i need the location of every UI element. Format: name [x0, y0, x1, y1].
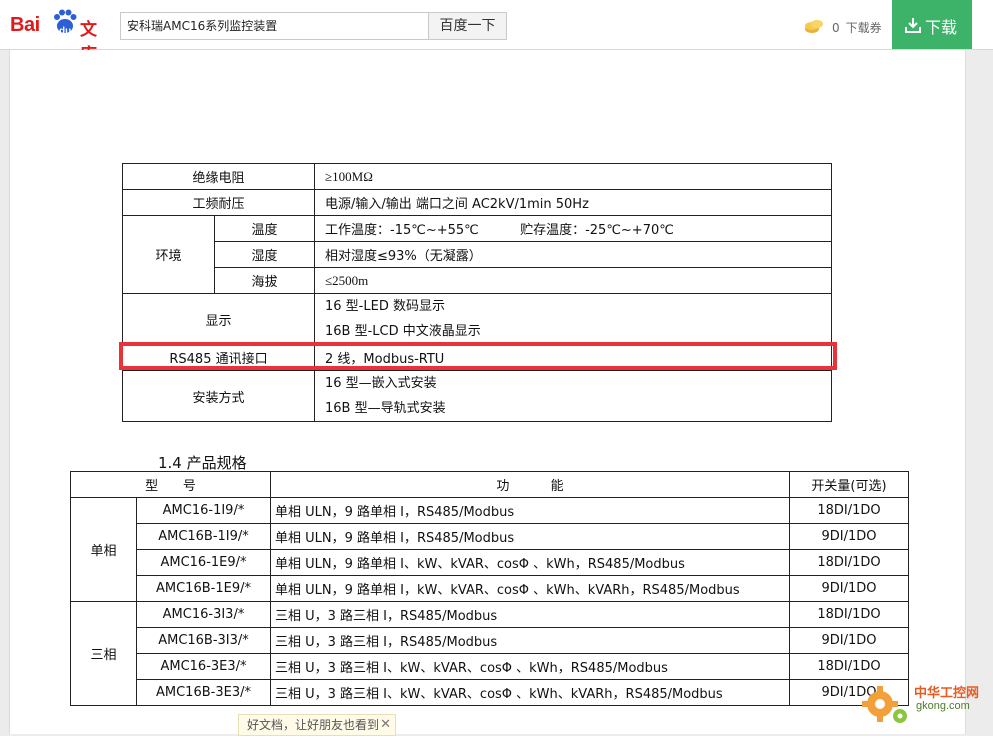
function-cell: 单相 ULN，9 路单相 I，kW、kVAR、cosΦ 、kWh、kVARh，R…: [270, 575, 790, 602]
install-value: 16 型—嵌入式安装 16B 型—导轨式安装: [314, 370, 832, 422]
display-line: 16B 型-LCD 中文液晶显示: [325, 324, 481, 339]
watermark-url: gkong.com: [916, 700, 970, 712]
env-value: 工作温度：-15℃~+55℃ 贮存温度：-25℃~+70℃: [314, 215, 832, 242]
function-cell: 三相 U，3 路三相 I，RS485/Modbus: [270, 627, 790, 654]
top-bar: Bai du 文库 安科瑞AMC16系列监控装置 百度一下 0下载券 下载: [0, 0, 993, 65]
highlight-box: [119, 342, 837, 370]
switch-cell: 18DI/1DO: [789, 497, 909, 524]
logo-bai-text: Bai: [10, 14, 40, 36]
install-line: 16 型—嵌入式安装: [325, 376, 437, 391]
spec-label: 工频耐压: [122, 189, 315, 216]
model-cell: AMC16-1I9/*: [136, 497, 271, 524]
env-label: 环境: [122, 215, 215, 294]
product-table: 型 号 功 能 开关量(可选) 单相 AMC16-1I9/* 单相 ULN，9 …: [70, 471, 909, 706]
model-cell: AMC16-3I3/*: [136, 601, 271, 628]
install-label: 安装方式: [122, 370, 315, 422]
install-line: 16B 型—导轨式安装: [325, 401, 446, 416]
download-label: 下载: [925, 18, 958, 37]
function-cell: 三相 U，3 路三相 I，RS485/Modbus: [270, 601, 790, 628]
coins-icon: [805, 20, 823, 33]
model-cell: AMC16B-3E3/*: [136, 679, 271, 706]
env-sub-label: 海拔: [214, 267, 315, 294]
display-label: 显示: [122, 293, 315, 345]
table-row: AMC16B-3E3/* 三相 U，3 路三相 I、kW、kVAR、cosΦ 、…: [71, 679, 909, 706]
env-sub-label: 湿度: [214, 241, 315, 268]
env-value: ≤2500m: [314, 267, 832, 294]
switch-cell: 18DI/1DO: [789, 601, 909, 628]
model-cell: AMC16B-3I3/*: [136, 627, 271, 654]
scroll-track[interactable]: [973, 50, 993, 734]
logo-du-text: du: [59, 26, 72, 37]
voucher-info[interactable]: 0 下载券: [832, 19, 882, 36]
voucher-label: 下载券: [845, 21, 882, 35]
spec-value: ≥100MΩ: [314, 163, 832, 190]
gear-icon: [862, 686, 907, 723]
voucher-count: 0: [832, 21, 840, 35]
table-row: 单相 AMC16-1I9/* 单相 ULN，9 路单相 I，RS485/Modb…: [70, 497, 909, 602]
switch-cell: 9DI/1DO: [789, 523, 909, 550]
group-label: 单相: [70, 497, 137, 602]
spec-label: 绝缘电阻: [122, 163, 315, 190]
model-cell: AMC16-1E9/*: [136, 549, 271, 576]
function-cell: 三相 U，3 路三相 I、kW、kVAR、cosΦ 、kWh、kVARh，RS4…: [270, 679, 790, 706]
spec-value: 电源/输入/输出 端口之间 AC2kV/1min 50Hz: [314, 189, 832, 216]
search-button[interactable]: 百度一下: [429, 12, 507, 40]
env-sub-label: 温度: [214, 215, 315, 242]
table-row: AMC16B-1E9/* 单相 ULN，9 路单相 I，kW、kVAR、cosΦ…: [71, 575, 909, 602]
switch-cell: 18DI/1DO: [789, 549, 909, 576]
switch-cell: 18DI/1DO: [789, 653, 909, 680]
gkong-watermark: 中华工控网 gkong.com: [858, 678, 988, 728]
table-row: AMC16-1E9/* 单相 ULN，9 路单相 I、kW、kVAR、cosΦ …: [71, 549, 909, 576]
model-cell: AMC16B-1I9/*: [136, 523, 271, 550]
share-tip-text: 好文档，让好朋友也看到: [247, 718, 380, 732]
function-cell: 单相 ULN，9 路单相 I，RS485/Modbus: [270, 523, 790, 550]
function-cell: 单相 ULN，9 路单相 I、kW、kVAR、cosΦ 、kWh，RS485/M…: [270, 549, 790, 576]
share-tip[interactable]: 好文档，让好朋友也看到 ✕: [238, 714, 396, 736]
search-input[interactable]: 安科瑞AMC16系列监控装置: [120, 12, 429, 40]
header-model: 型 号: [70, 471, 271, 498]
display-value: 16 型-LED 数码显示 16B 型-LCD 中文液晶显示: [314, 293, 832, 345]
function-cell: 单相 ULN，9 路单相 I，RS485/Modbus: [270, 497, 790, 524]
section-title: 1.4 产品规格: [158, 454, 247, 472]
table-row: AMC16B-3I3/* 三相 U，3 路三相 I，RS485/Modbus 9…: [71, 627, 909, 654]
switch-cell: 9DI/1DO: [789, 627, 909, 654]
function-cell: 三相 U，3 路三相 I、kW、kVAR、cosΦ 、kWh，RS485/Mod…: [270, 653, 790, 680]
table-row: AMC16-3E3/* 三相 U，3 路三相 I、kW、kVAR、cosΦ 、k…: [71, 653, 909, 680]
model-cell: AMC16B-1E9/*: [136, 575, 271, 602]
download-icon: [905, 18, 921, 33]
table-row: AMC16B-1I9/* 单相 ULN，9 路单相 I，RS485/Modbus…: [71, 523, 909, 550]
close-icon[interactable]: ✕: [380, 715, 391, 735]
spec-table: 绝缘电阻 ≥100MΩ 工频耐压 电源/输入/输出 端口之间 AC2kV/1mi…: [122, 163, 832, 422]
env-value: 相对湿度≤93%（无凝露）: [314, 241, 832, 268]
switch-cell: 9DI/1DO: [789, 575, 909, 602]
model-cell: AMC16-3E3/*: [136, 653, 271, 680]
watermark-title: 中华工控网: [914, 686, 980, 701]
header-function: 功 能: [270, 471, 790, 498]
table-row: 三相 AMC16-3I3/* 三相 U，3 路三相 I，RS485/Modbus…: [70, 601, 909, 706]
group-label: 三相: [70, 601, 137, 706]
header-switch: 开关量(可选): [789, 471, 909, 498]
download-button[interactable]: 下载: [892, 0, 972, 49]
display-line: 16 型-LED 数码显示: [325, 299, 445, 314]
